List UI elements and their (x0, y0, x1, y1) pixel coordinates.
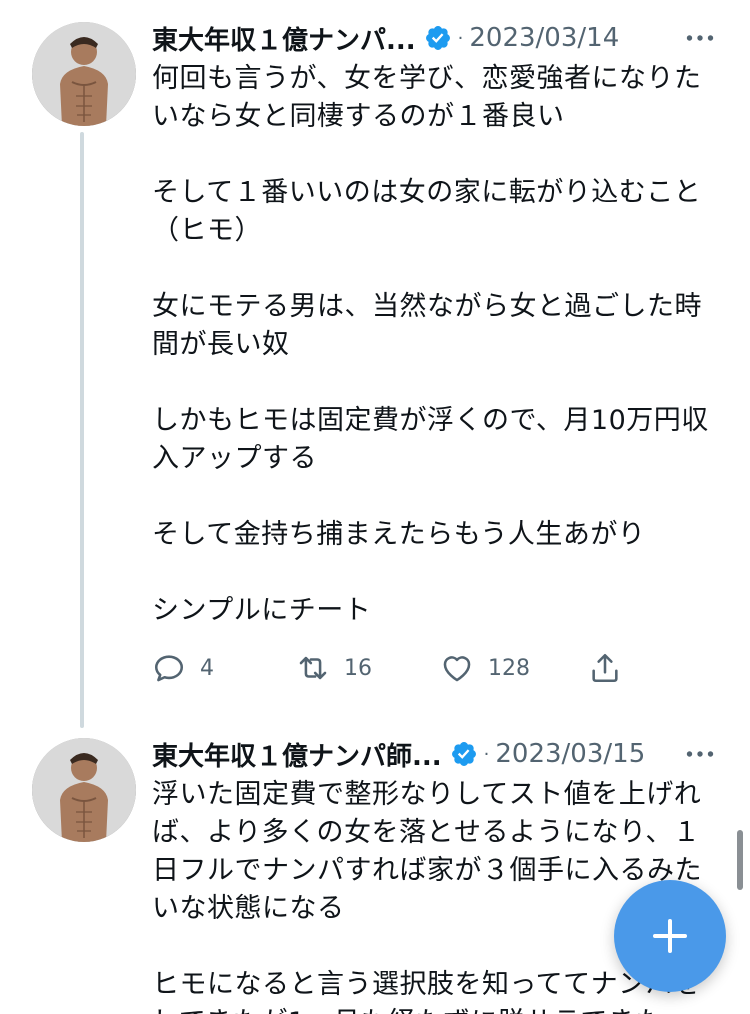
thread-view: 東大年収１億ナンパ... · 2023/03/14 何回も言うが、女を学び、恋愛… (0, 0, 750, 1014)
share-icon (592, 653, 618, 683)
thread-connector-line (80, 132, 84, 728)
more-options-icon[interactable] (682, 20, 718, 56)
avatar[interactable] (32, 22, 136, 126)
like-count: 128 (488, 655, 530, 681)
tweet-header: 東大年収１億ナンパ... · 2023/03/14 (152, 18, 718, 58)
heart-icon (443, 656, 471, 682)
tweet-actions: 4 16 128 (152, 646, 632, 690)
share-button[interactable] (588, 646, 622, 690)
tweet-header: 東大年収１億ナンパ師... · 2023/03/15 (152, 734, 718, 774)
author-name[interactable]: 東大年収１億ナンパ... (152, 20, 416, 57)
scrollbar[interactable] (737, 830, 743, 890)
avatar-photo (32, 22, 136, 126)
tweet-date[interactable]: 2023/03/15 (495, 739, 645, 769)
verified-badge-icon (451, 742, 476, 766)
author-name[interactable]: 東大年収１億ナンパ師... (152, 736, 442, 773)
reply-button[interactable]: 4 (152, 646, 214, 690)
reply-icon (154, 655, 184, 682)
reply-count: 4 (200, 655, 214, 681)
more-options-icon[interactable] (682, 736, 718, 772)
header-separator: · (457, 27, 464, 49)
compose-button[interactable] (614, 880, 726, 992)
header-separator: · (483, 743, 490, 765)
like-button[interactable]: 128 (440, 646, 530, 690)
avatar[interactable] (32, 738, 136, 842)
plus-icon (653, 919, 687, 953)
retweet-icon (299, 656, 327, 680)
verified-badge-icon (425, 26, 450, 50)
tweet-date[interactable]: 2023/03/14 (469, 23, 619, 53)
tweet-text: 何回も言うが、女を学び、恋愛強者になりたいなら女と同棲するのが１番良い そして１… (152, 63, 709, 626)
retweet-count: 16 (344, 655, 372, 681)
avatar-photo (32, 738, 136, 842)
tweet-body: 東大年収１億ナンパ... · 2023/03/14 何回も言うが、女を学び、恋愛… (152, 18, 718, 630)
retweet-button[interactable]: 16 (296, 646, 372, 690)
